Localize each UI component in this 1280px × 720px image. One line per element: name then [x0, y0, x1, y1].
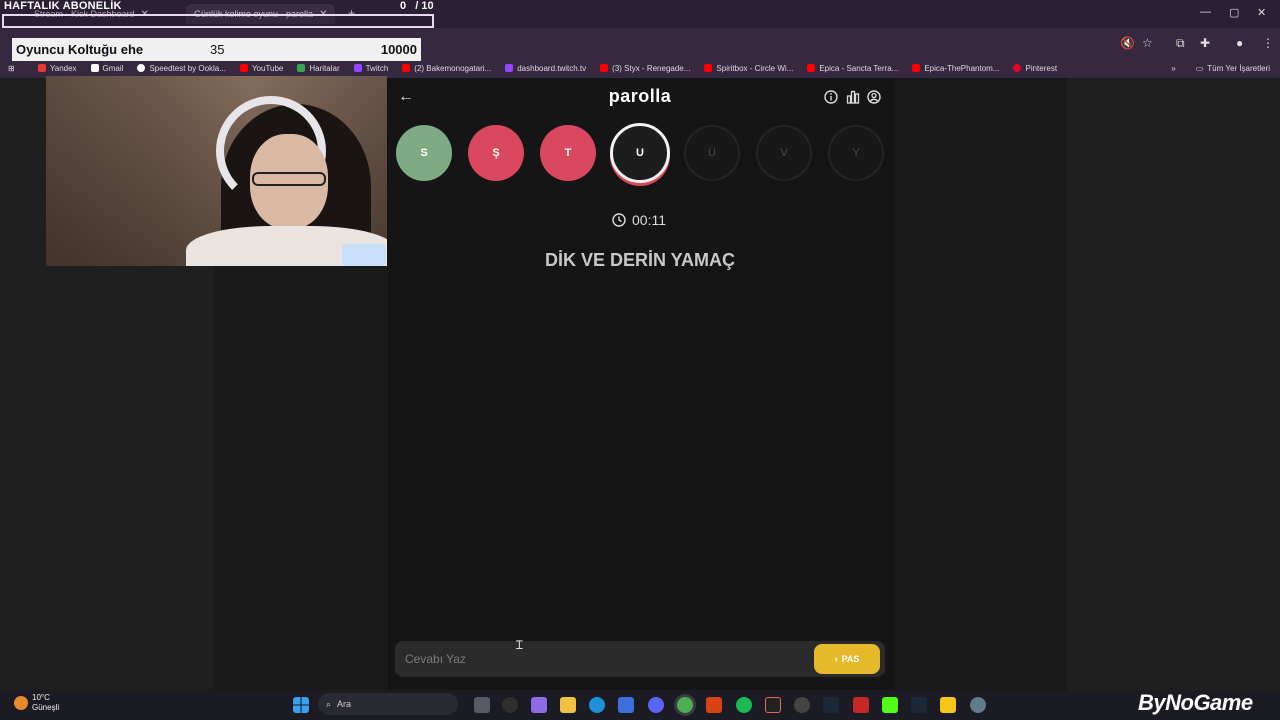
chevron-right-icon: › [834, 654, 838, 664]
timer: 00:11 [612, 212, 666, 228]
clue-text: DİK VE DERİN YAMAÇ [544, 250, 736, 270]
all-bookmarks[interactable]: ▭ Tüm Yer İşaretleri [1196, 64, 1270, 73]
bookmarks-bar: ⊞ Yandex Gmail Speedtest by Ookla... You… [0, 58, 1280, 78]
search-placeholder: Ara [337, 699, 352, 709]
letter-t: T [540, 125, 596, 181]
taskbar-search[interactable]: ⌕ Ara [318, 693, 458, 715]
menu-icon[interactable]: ⋮ [1262, 36, 1274, 50]
bookmark-spiritbox[interactable]: Spiritbox - Circle Wi... [704, 64, 793, 73]
back-arrow-icon[interactable]: ← [398, 88, 414, 106]
weather-text: Güneşli [32, 703, 60, 712]
puzzle-icon[interactable]: ✚ [1200, 36, 1210, 50]
steam-app-icon[interactable] [911, 697, 927, 713]
apps-grid-icon[interactable]: ⊞ [0, 64, 38, 73]
windows-taskbar [0, 690, 1280, 720]
stats-icon[interactable] [846, 90, 860, 104]
watermark-logo: ByNoGame [1138, 690, 1253, 715]
chevron-right-icon[interactable]: » [1171, 64, 1175, 73]
bookmark-yandex[interactable]: Yandex [38, 64, 77, 73]
bookmark-speedtest[interactable]: Speedtest by Ookla... [137, 64, 226, 73]
store-icon[interactable] [618, 697, 634, 713]
letter-u-current: U [610, 123, 670, 183]
notes-icon[interactable] [940, 697, 956, 713]
bookmark-youtube[interactable]: YouTube [239, 64, 283, 73]
extension-icon[interactable]: ⧉ [1176, 36, 1185, 51]
timer-value: 00:11 [632, 212, 666, 228]
letter-y: Y [828, 125, 884, 181]
bookmark-epica-phantom[interactable]: Epica-ThePhantom... [912, 64, 999, 73]
clock-icon [612, 213, 626, 227]
bookmark-epica-sancta[interactable]: Epica - Sancta Terra... [807, 64, 898, 73]
mute-icon[interactable]: 🔇 [1120, 36, 1135, 50]
profile-avatar[interactable]: ● [1236, 36, 1243, 50]
game-launcher-icon[interactable] [853, 697, 869, 713]
bookmark-twitch[interactable]: Twitch [353, 64, 388, 73]
copilot-icon[interactable] [531, 697, 547, 713]
answer-input[interactable] [395, 641, 805, 677]
logitech-icon[interactable] [502, 697, 518, 713]
seat-name: Oyuncu Koltuğu ehe [16, 42, 144, 57]
steam-icon[interactable] [823, 697, 839, 713]
discord-icon[interactable] [648, 697, 664, 713]
close-window-icon[interactable]: ✕ [1257, 6, 1266, 19]
pass-button[interactable]: › PAS [814, 644, 880, 674]
bookmark-bakemonogatari[interactable]: (2) Bakemonogatari... [402, 64, 491, 73]
windows-start-icon[interactable] [293, 697, 309, 713]
streaming-app-icon[interactable] [765, 697, 781, 713]
seat-goal: 10000 [380, 42, 417, 57]
kick-icon[interactable] [882, 697, 898, 713]
folder-icon: ▭ [1195, 63, 1204, 73]
bookmark-gmail[interactable]: Gmail [90, 64, 123, 73]
webcam-feed [46, 76, 387, 266]
seat-value: 35 [210, 42, 225, 57]
bookmark-pinterest[interactable]: Pinterest [1013, 64, 1057, 73]
bookmark-styx[interactable]: (3) Styx - Renegade... [600, 64, 690, 73]
sun-icon [14, 696, 28, 710]
text-cursor-icon: Ɪ [516, 638, 523, 652]
task-view-icon[interactable] [474, 697, 490, 713]
letter-sh: Ş [468, 125, 524, 181]
file-explorer-icon[interactable] [560, 697, 576, 713]
star-icon[interactable]: ☆ [1142, 36, 1153, 50]
letter-s: S [396, 125, 452, 181]
user-icon[interactable] [867, 90, 881, 104]
subscription-progress-bar [2, 14, 434, 28]
maximize-icon[interactable]: ▢ [1229, 6, 1239, 19]
edge-icon[interactable] [589, 697, 605, 713]
bookmark-maps[interactable]: Haritalar [297, 64, 340, 73]
chrome-icon[interactable] [677, 697, 693, 713]
letter-v: V [756, 125, 812, 181]
temperature: 10°C [32, 693, 50, 702]
settings-gear-icon[interactable] [970, 697, 986, 713]
seat-goal-bar: Oyuncu Koltuğu ehe 35 10000 [12, 38, 421, 61]
subscription-count: 0 / 10 [400, 0, 434, 12]
brand-title: parolla [608, 86, 672, 106]
right-panel [895, 78, 1067, 690]
bookmark-twitch-dashboard[interactable]: dashboard.twitch.tv [505, 64, 586, 73]
subscription-goal-title: HAFTALIK ABONELİK [4, 0, 122, 12]
answer-bar: › PAS [395, 641, 885, 677]
weather-widget[interactable]: 10°C Güneşli [14, 693, 59, 713]
search-icon: ⌕ [326, 698, 332, 709]
obs-icon[interactable] [794, 697, 810, 713]
brave-icon[interactable] [706, 697, 722, 713]
letter-u-umlaut: Ü [684, 125, 740, 181]
pass-label: PAS [841, 654, 860, 664]
spotify-icon[interactable] [736, 697, 752, 713]
minimize-icon[interactable]: — [1200, 6, 1211, 18]
info-icon[interactable] [824, 90, 838, 104]
